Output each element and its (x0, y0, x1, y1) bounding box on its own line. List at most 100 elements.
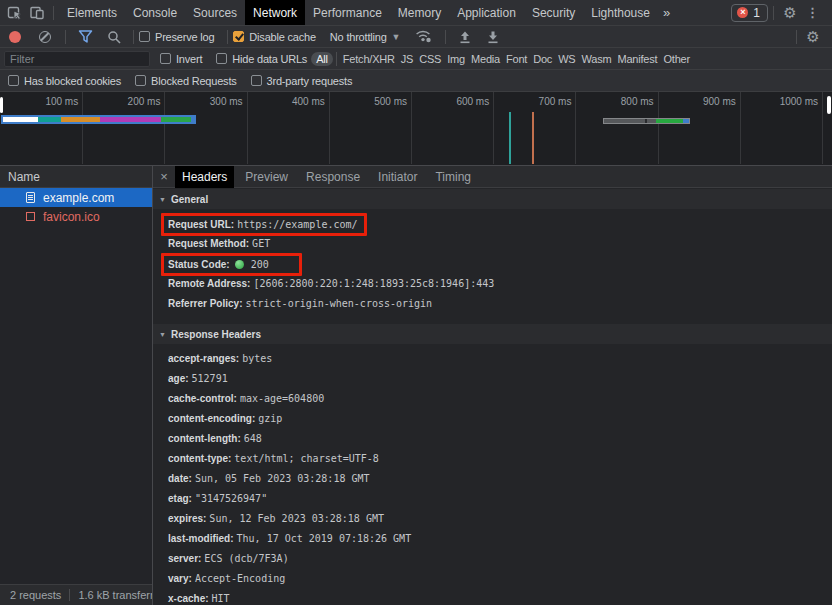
3rd-party-requests-checkbox[interactable] (251, 75, 262, 86)
header-row-age: age:512791 (153, 368, 832, 388)
tab-sources[interactable]: Sources (185, 0, 245, 25)
filter-funnel-icon[interactable] (78, 30, 93, 43)
requests-table: Name example.comfavicon.ico 2 requests 1… (0, 166, 153, 605)
request-row-example-com[interactable]: example.com (0, 188, 152, 207)
inspect-element-icon[interactable] (4, 3, 26, 23)
example-com-waterfall-bar[interactable] (1, 115, 196, 124)
request-name: favicon.ico (43, 210, 100, 224)
detail-tab-headers[interactable]: Headers (175, 166, 234, 188)
detail-tab-initiator[interactable]: Initiator (371, 166, 424, 188)
has-blocked-cookies-checkbox[interactable] (8, 75, 19, 86)
network-settings-gear-icon[interactable]: ⚙ (802, 27, 824, 47)
tab-security[interactable]: Security (524, 0, 583, 25)
waterfall-segment (656, 119, 683, 123)
tab-elements[interactable]: Elements (59, 0, 125, 25)
header-value: max-age=604800 (240, 393, 324, 404)
filter-type-manifest[interactable]: Manifest (614, 52, 660, 66)
invert-label[interactable]: Invert (176, 53, 202, 65)
preserve-log-label[interactable]: Preserve log (155, 31, 214, 43)
detail-tab-preview[interactable]: Preview (238, 166, 295, 188)
filter-type-ws[interactable]: WS (555, 52, 578, 66)
section-header-response-headers[interactable]: ▼Response Headers (153, 324, 832, 344)
filter-type-css[interactable]: CSS (416, 52, 444, 66)
import-har-icon[interactable] (458, 30, 472, 44)
preserve-log-checkbox[interactable] (139, 31, 150, 42)
timeline-tick-label: 300 ms (163, 96, 243, 107)
hide-data-urls-checkbox[interactable] (216, 53, 227, 64)
throttling-select[interactable]: No throttling (330, 31, 387, 43)
tab-performance[interactable]: Performance (305, 0, 390, 25)
detail-tab-timing[interactable]: Timing (428, 166, 478, 188)
search-icon[interactable] (107, 30, 121, 44)
network-conditions-icon[interactable] (415, 30, 433, 43)
export-har-icon[interactable] (486, 30, 500, 44)
more-tabs-icon[interactable]: » (658, 5, 675, 20)
filter-type-all[interactable]: All (311, 52, 333, 66)
tab-memory[interactable]: Memory (390, 0, 449, 25)
device-toolbar-icon[interactable] (26, 3, 48, 23)
record-button[interactable] (9, 31, 21, 43)
request-details-pane: × HeadersPreviewResponseInitiatorTiming … (153, 166, 832, 605)
header-value: "3147526947" (195, 493, 267, 504)
error-badge[interactable]: ×1 (731, 4, 768, 22)
menu-dots-icon[interactable]: ⋮ (801, 5, 824, 20)
status-green-dot-icon (235, 260, 244, 269)
detail-tab-response[interactable]: Response (299, 166, 367, 188)
devtools-tabbar: ElementsConsoleSourcesNetworkPerformance… (0, 0, 832, 26)
name-column-header[interactable]: Name (0, 166, 152, 188)
divider (773, 6, 774, 20)
section-gap (153, 313, 832, 323)
has-blocked-cookies-label[interactable]: Has blocked cookies (24, 75, 121, 87)
header-key: Remote Address: (168, 278, 250, 289)
header-row-referrer-policy: Referrer Policy:strict-origin-when-cross… (153, 293, 832, 313)
tab-lighthouse[interactable]: Lighthouse (583, 0, 658, 25)
divider (445, 30, 446, 44)
disable-cache-label[interactable]: Disable cache (249, 31, 316, 43)
filter-input[interactable]: Filter (4, 51, 150, 67)
waterfall-segment (683, 119, 689, 123)
timeline-tick-label: 100 ms (0, 96, 78, 107)
header-key: Status Code: (168, 259, 230, 270)
blocked-requests-label[interactable]: Blocked Requests (151, 75, 236, 87)
filter-type-fetch-xhr[interactable]: Fetch/XHR (340, 52, 398, 66)
request-row-favicon-ico[interactable]: favicon.ico (0, 207, 152, 226)
divider (69, 589, 70, 601)
filter-type-doc[interactable]: Doc (530, 52, 555, 66)
chevron-down-icon[interactable]: ▼ (392, 32, 401, 42)
waterfall-segment (191, 117, 194, 122)
network-overview-timeline[interactable]: 100 ms200 ms300 ms400 ms500 ms600 ms700 … (0, 92, 832, 166)
close-icon[interactable]: × (153, 169, 175, 184)
requests-table-empty-area[interactable] (0, 226, 152, 584)
header-key: Request URL: (168, 219, 234, 230)
extra-filters-row: Has blocked cookies Blocked Requests 3rd-p… (0, 70, 832, 92)
filter-type-js[interactable]: JS (398, 52, 416, 66)
overview-right-handle[interactable] (827, 96, 831, 114)
settings-gear-icon[interactable]: ⚙ (779, 3, 801, 23)
hide-data-urls-label[interactable]: Hide data URLs (232, 53, 307, 65)
tab-application[interactable]: Application (449, 0, 524, 25)
filter-type-img[interactable]: Img (444, 52, 468, 66)
blocked-requests-checkbox[interactable] (135, 75, 146, 86)
waterfall-segment (100, 117, 161, 122)
filter-type-media[interactable]: Media (468, 52, 503, 66)
header-key: content-type: (168, 453, 231, 464)
tab-console[interactable]: Console (125, 0, 185, 25)
invert-checkbox[interactable] (160, 53, 171, 64)
filter-type-font[interactable]: Font (503, 52, 530, 66)
header-key: last-modified: (168, 533, 234, 544)
section-header-general[interactable]: ▼General (153, 189, 832, 209)
panel-tabs: ElementsConsoleSourcesNetworkPerformance… (59, 0, 658, 25)
header-value: Thu, 17 Oct 2019 07:18:26 GMT (237, 533, 412, 544)
tab-network[interactable]: Network (245, 0, 305, 25)
filter-type-wasm[interactable]: Wasm (579, 52, 615, 66)
clear-icon[interactable] (39, 31, 51, 43)
header-value: bytes (242, 353, 272, 364)
header-row-server: server:ECS (dcb/7F3A) (153, 548, 832, 568)
favicon-waterfall-bar[interactable] (603, 118, 690, 124)
disable-cache-checkbox[interactable] (233, 31, 244, 42)
3rd-party-requests-label[interactable]: 3rd-party requests (267, 75, 353, 87)
header-row-vary: vary:Accept-Encoding (153, 568, 832, 588)
timeline-tick-label: 400 ms (245, 96, 325, 107)
filter-type-other[interactable]: Other (660, 52, 693, 66)
header-value: Accept-Encoding (195, 573, 285, 584)
